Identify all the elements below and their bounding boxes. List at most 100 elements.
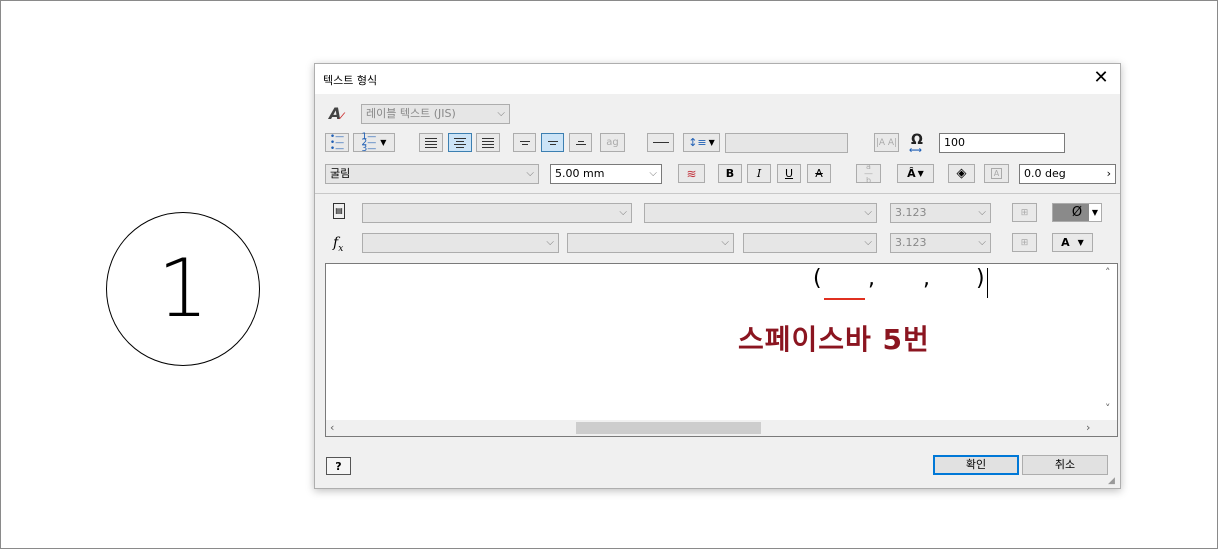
cancel-button[interactable]: 취소: [1022, 455, 1108, 475]
chevron-down-icon: ⌵: [978, 207, 986, 218]
close-icon[interactable]: ✕: [1090, 67, 1112, 89]
baseline-icon: ag: [606, 137, 619, 148]
property-select[interactable]: ⌵: [743, 233, 877, 253]
chevron-down-icon: ⌵: [619, 207, 627, 218]
scroll-right-icon[interactable]: ›: [1086, 421, 1090, 434]
line-style-button[interactable]: [647, 133, 674, 152]
text-editor[interactable]: ( , , ) 스페이스바 5번 ˄ ˅ ‹ ›: [325, 263, 1118, 437]
bullet-list-button[interactable]: •— •— •—: [325, 131, 349, 154]
bold-button[interactable]: B: [718, 164, 742, 183]
add-function-parameter-button[interactable]: ⊞: [1012, 233, 1037, 252]
chevron-down-icon: ⌵: [497, 108, 505, 119]
chevron-down-icon: ⌵: [721, 237, 729, 248]
background-fill-button[interactable]: ◈: [948, 164, 975, 183]
valign-middle-button[interactable]: [541, 133, 564, 152]
align-left-icon: [425, 137, 437, 148]
width-factor-icon: Ω ⟷: [909, 132, 923, 156]
resize-grip-icon[interactable]: ◢: [1108, 476, 1118, 486]
dropdown-arrow-icon: ▼: [917, 169, 924, 178]
dropdown-arrow-icon: ▼: [708, 138, 715, 147]
align-center-icon: [454, 137, 466, 148]
text-format-dialog: 텍스트 형식 ✕ A⁄ 레이블 텍스트 (JIS) ⌵ •— •— •— 1— 2— 3…: [314, 63, 1121, 489]
fraction-button[interactable]: a ― b: [856, 162, 881, 185]
chevron-down-icon: ⌵: [864, 237, 872, 248]
underline-button[interactable]: U: [777, 164, 801, 183]
symbol-icon: Ȃ: [907, 167, 916, 180]
balloon-number: 1: [157, 242, 209, 335]
precision-select-1[interactable]: 3.123 ⌵: [890, 203, 991, 223]
italic-button[interactable]: I: [747, 164, 771, 183]
text-style-icon: A⁄: [329, 104, 343, 123]
baseline-button[interactable]: ag: [600, 133, 625, 152]
add-param-icon: ⊞: [1020, 237, 1029, 248]
annotation-text: 스페이스바 5번: [738, 323, 930, 356]
insert-symbol-button[interactable]: Ȃ ▼: [897, 164, 934, 183]
text-height-select[interactable]: 5.00 mm ⌵: [550, 164, 662, 184]
comma-2: ,: [923, 266, 930, 291]
strikethrough-button[interactable]: A: [807, 164, 831, 183]
scroll-up-icon[interactable]: ˄: [1105, 266, 1111, 279]
stack-button[interactable]: ≋: [678, 164, 705, 183]
dialog-titlebar: 텍스트 형식 ✕: [315, 64, 1120, 94]
fill-bucket-icon: ◈: [956, 166, 967, 181]
ok-button[interactable]: 확인: [933, 455, 1019, 475]
char-spacing-icon: |A A|: [875, 137, 898, 148]
symbol-dropdown-button[interactable]: Ø ▼: [1052, 203, 1102, 222]
frame-text-icon: A: [990, 168, 1003, 179]
chevron-down-icon: ⌵: [978, 237, 986, 248]
valign-bottom-button[interactable]: [569, 133, 592, 152]
valign-top-icon: [519, 140, 530, 145]
valign-top-button[interactable]: [513, 133, 536, 152]
comma-1: ,: [868, 266, 875, 291]
balloon-circle: 1: [106, 212, 260, 366]
toolbar-separator: [315, 193, 1120, 194]
chevron-down-icon: ⌵: [864, 207, 872, 218]
fraction-icon: a ― b: [864, 162, 873, 185]
chevron-down-icon: ⌵: [546, 237, 554, 248]
function-icon: fx: [333, 235, 344, 254]
chevron-right-icon: ›: [1106, 167, 1111, 180]
align-right-button[interactable]: [476, 133, 500, 152]
dropdown-arrow-icon: ▼: [380, 138, 387, 147]
chevron-down-icon: ⌵: [649, 168, 657, 179]
dropdown-arrow-icon: ▼: [1089, 204, 1101, 221]
line-icon: [652, 142, 669, 143]
numbered-list-button[interactable]: 1— 2— 3— ▼: [353, 131, 395, 154]
style-select[interactable]: 레이블 텍스트 (JIS) ⌵: [361, 104, 510, 124]
text-case-button[interactable]: A ▼: [1052, 233, 1093, 252]
open-paren: (: [813, 266, 822, 291]
component-icon: ▤: [333, 203, 345, 219]
frame-text-button[interactable]: A: [984, 164, 1009, 183]
char-spacing-button[interactable]: |A A|: [874, 133, 899, 152]
align-left-button[interactable]: [419, 133, 443, 152]
scroll-thumb[interactable]: [576, 422, 761, 434]
bullet-list-icon: •— •— •—: [329, 131, 345, 154]
line-spacing-button[interactable]: ↕≡ ▼: [683, 133, 720, 152]
scroll-down-icon[interactable]: ˅: [1105, 402, 1111, 415]
spacing-input[interactable]: 100: [939, 133, 1065, 153]
chevron-down-icon: ⌵: [526, 168, 534, 179]
numbered-list-icon: 1— 2— 3—: [361, 131, 377, 154]
component-select[interactable]: ⌵: [362, 203, 632, 223]
parameter-select[interactable]: ⌵: [567, 233, 734, 253]
horizontal-scrollbar[interactable]: ‹ ›: [326, 420, 1117, 436]
rotation-input[interactable]: 0.0 deg ›: [1019, 164, 1116, 184]
source-select[interactable]: ⌵: [644, 203, 877, 223]
align-right-icon: [482, 137, 494, 148]
text-caret: [987, 268, 988, 298]
add-text-parameter-icon: ⊞: [1020, 207, 1029, 218]
vertical-scrollbar[interactable]: ˄ ˅: [1101, 264, 1117, 420]
dropdown-arrow-icon: ▼: [1077, 238, 1084, 247]
line-spacing-value[interactable]: [725, 133, 848, 153]
scroll-left-icon[interactable]: ‹: [330, 421, 334, 434]
line-spacing-icon: ↕≡: [688, 136, 707, 149]
add-parameter-button[interactable]: ⊞: [1012, 203, 1037, 222]
align-center-button[interactable]: [448, 133, 472, 152]
parameter-type-select[interactable]: ⌵: [362, 233, 559, 253]
precision-select-2[interactable]: 3.123 ⌵: [890, 233, 991, 253]
dialog-title: 텍스트 형식: [323, 74, 378, 87]
help-button[interactable]: ?: [326, 457, 351, 475]
font-select[interactable]: 굴림 ⌵: [325, 164, 539, 184]
stack-icon: ≋: [686, 166, 697, 181]
help-icon: ?: [335, 459, 342, 473]
